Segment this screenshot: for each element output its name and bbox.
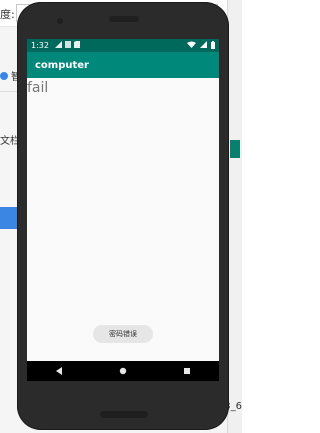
battery-icon xyxy=(211,40,215,51)
app-title: computer xyxy=(35,59,89,71)
speaker-grill-bottom xyxy=(100,411,148,418)
background-right-green-tab[interactable] xyxy=(230,140,240,158)
toast-message: 密码错误 xyxy=(109,330,137,338)
status-left-icons xyxy=(54,41,80,50)
signal-icon xyxy=(54,41,62,50)
back-icon xyxy=(56,367,62,375)
toast: 密码错误 xyxy=(93,325,153,343)
background-right-panel xyxy=(227,0,242,433)
phone-screen: 1:32 computer fail 密码错误 xyxy=(27,39,219,381)
content-area: fail xyxy=(27,78,219,358)
home-button[interactable] xyxy=(114,362,132,380)
app-bar: computer xyxy=(27,52,219,78)
navigation-bar xyxy=(27,361,219,381)
background-label-degree: 度: xyxy=(0,8,15,21)
back-button[interactable] xyxy=(50,362,68,380)
status-text: fail xyxy=(27,80,49,96)
cell-signal-icon xyxy=(200,41,207,50)
recents-icon xyxy=(184,368,190,374)
sd-card-icon xyxy=(73,41,80,50)
background-item-1-icon xyxy=(0,71,8,80)
camera-icon xyxy=(57,18,63,24)
notification-icon xyxy=(64,41,71,50)
recents-button[interactable] xyxy=(178,362,196,380)
home-icon xyxy=(119,367,127,375)
status-bar: 1:32 xyxy=(27,39,219,52)
speaker-grill-top xyxy=(109,16,139,22)
status-time: 1:32 xyxy=(31,41,49,50)
wifi-icon xyxy=(187,41,196,50)
status-right-icons xyxy=(187,40,215,51)
